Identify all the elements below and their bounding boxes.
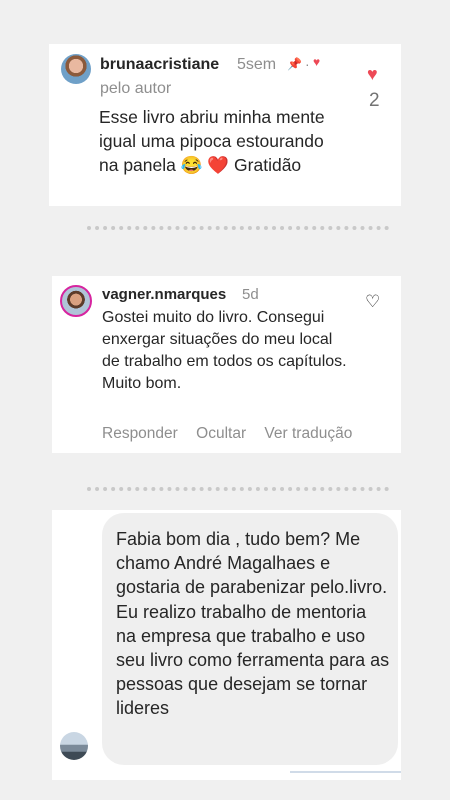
pin-icon: 📌 [287, 57, 302, 71]
reply-button[interactable]: Responder [102, 425, 178, 442]
heart-icon: ♥ [313, 55, 321, 69]
like-heart-icon[interactable]: ♥ [367, 64, 378, 85]
divider [87, 226, 389, 230]
avatar[interactable] [61, 54, 91, 84]
comment-card-pinned: brunaacristiane 5sem 📌 · ♥ pelo autor Es… [49, 44, 401, 206]
separator-dot: · [305, 56, 310, 72]
like-heart-outline-icon[interactable]: ♡ [365, 292, 380, 312]
comment-username[interactable]: brunaacristiane [100, 56, 219, 74]
comment-username[interactable]: vagner.nmarques [102, 286, 226, 303]
message-text: Fabia bom dia , tudo bem? Me chamo André… [116, 529, 390, 719]
liked-by-author-label: pelo autor [100, 80, 172, 97]
message-bubble[interactable]: Fabia bom dia , tudo bem? Me chamo André… [102, 513, 398, 765]
comment-actions: Responder Ocultar Ver tradução [102, 425, 366, 443]
comment-card: vagner.nmarques 5d Gostei muito do livro… [52, 276, 401, 453]
avatar[interactable] [60, 285, 92, 317]
avatar[interactable] [60, 732, 88, 760]
divider [290, 771, 401, 773]
message-card: Fabia bom dia , tudo bem? Me chamo André… [52, 510, 401, 780]
like-count[interactable]: 2 [369, 90, 380, 112]
divider [87, 487, 389, 491]
comment-time: 5d [242, 286, 259, 303]
hide-button[interactable]: Ocultar [196, 425, 246, 442]
translate-button[interactable]: Ver tradução [264, 425, 352, 442]
comment-text: Esse livro abriu minha mente igual uma p… [99, 107, 325, 175]
comment-text: Gostei muito do livro. Consegui enxergar… [102, 309, 347, 392]
comment-time: 5sem [237, 56, 277, 73]
